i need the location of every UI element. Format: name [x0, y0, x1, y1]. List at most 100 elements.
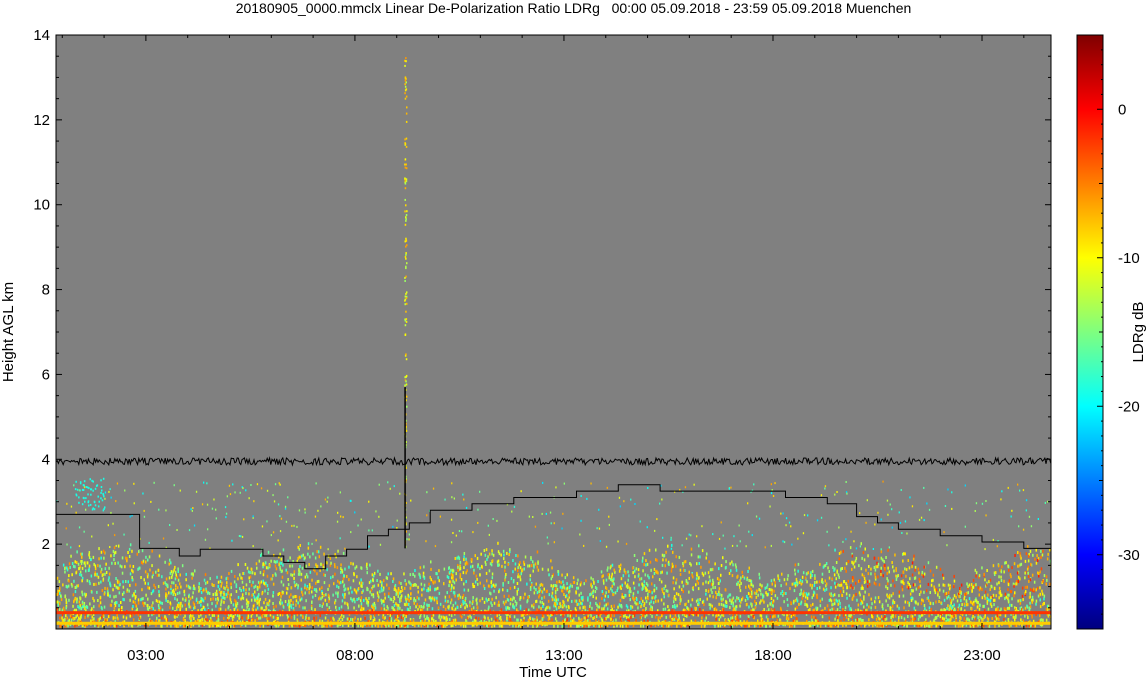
echo-pixel [842, 614, 845, 618]
echo-pixel [153, 583, 155, 587]
echo-pixel [492, 553, 495, 557]
echo-pixel [259, 582, 261, 585]
echo-pixel [773, 608, 776, 612]
echo-pixel [97, 575, 100, 579]
echo-pixel [688, 570, 690, 574]
echo-pixel [198, 615, 200, 618]
echo-pixel [742, 574, 744, 578]
echo-pixel [978, 593, 980, 597]
echo-pixel [74, 590, 77, 594]
echo-pixel [581, 602, 583, 606]
echo-pixel [603, 598, 606, 602]
echo-pixel [983, 624, 985, 628]
echo-pixel [907, 581, 909, 585]
echo-pixel [151, 575, 154, 579]
echo-pixel [235, 600, 237, 604]
echo-pixel [895, 578, 898, 581]
echo-pixel [320, 597, 322, 601]
echo-pixel [170, 585, 172, 589]
echo-pixel [827, 608, 830, 612]
echo-pixel [59, 586, 61, 590]
echo-pixel [930, 607, 932, 611]
echo-pixel [647, 574, 649, 578]
echo-pixel [975, 583, 977, 587]
echo-pixel [250, 583, 253, 587]
echo-pixel [115, 594, 117, 598]
echo-pixel [183, 593, 186, 597]
echo-pixel [397, 587, 400, 591]
echo-pixel [720, 602, 723, 606]
echo-pixel [789, 587, 791, 591]
echo-pixel [464, 606, 466, 610]
echo-pixel [347, 606, 349, 610]
echo-pixel [948, 587, 951, 591]
echo-pixel [705, 589, 707, 592]
echo-pixel [908, 566, 911, 570]
echo-pixel [337, 549, 339, 553]
echo-pixel [703, 624, 706, 628]
echo-pixel [334, 572, 336, 576]
echo-pixel [592, 578, 594, 582]
echo-pixel [960, 599, 962, 603]
echo-pixel [985, 583, 988, 587]
echo-pixel [672, 550, 674, 554]
echo-pixel [910, 618, 912, 622]
echo-pixel [740, 581, 742, 585]
echo-pixel [475, 616, 477, 620]
echo-pixel [292, 595, 294, 599]
echo-pixel [673, 600, 675, 604]
echo-pixel [676, 624, 678, 628]
echo-pixel [358, 581, 361, 585]
echo-pixel [863, 605, 865, 609]
echo-pixel [770, 588, 772, 592]
echo-pixel [603, 581, 605, 585]
echo-pixel [940, 618, 942, 622]
echo-pixel [323, 573, 325, 577]
echo-pixel [75, 597, 77, 601]
echo-pixel [928, 599, 930, 603]
echo-pixel [732, 563, 734, 567]
echo-pixel [141, 549, 144, 553]
echo-pixel [506, 616, 509, 620]
echo-pixel [380, 587, 383, 590]
echo-pixel [681, 580, 683, 584]
echo-pixel [561, 589, 563, 593]
echo-pixel [992, 564, 995, 568]
echo-pixel [288, 601, 290, 605]
echo-pixel [555, 607, 558, 611]
echo-pixel [714, 562, 716, 566]
echo-pixel [665, 558, 667, 562]
echo-pixel [241, 593, 244, 597]
echo-pixel [418, 597, 420, 601]
echo-pixel [770, 591, 772, 595]
echo-pixel [504, 560, 506, 564]
echo-pixel [877, 596, 880, 600]
echo-pixel [770, 579, 773, 583]
echo-pixel [406, 607, 409, 611]
echo-pixel [678, 585, 681, 589]
echo-pixel [215, 604, 217, 608]
echo-pixel [671, 562, 674, 566]
echo-pixel [874, 575, 877, 579]
echo-pixel [280, 557, 283, 561]
echo-pixel [577, 586, 580, 590]
echo-pixel [1025, 624, 1028, 628]
echo-pixel [914, 583, 916, 587]
echo-pixel [241, 580, 244, 584]
echo-pixel [102, 549, 105, 553]
echo-pixel [299, 565, 301, 568]
echo-pixel [666, 571, 668, 575]
echo-pixel [959, 587, 961, 590]
echo-pixel [341, 570, 344, 574]
echo-pixel [555, 584, 558, 588]
echo-pixel [505, 606, 507, 610]
echo-pixel [300, 572, 303, 576]
echo-pixel [448, 566, 450, 570]
echo-pixel [648, 589, 650, 593]
echo-pixel [312, 595, 314, 599]
echo-pixel [245, 602, 248, 606]
echo-pixel [254, 598, 256, 602]
echo-pixel [921, 570, 924, 574]
echo-pixel [1045, 618, 1048, 622]
echo-pixel [179, 573, 181, 577]
